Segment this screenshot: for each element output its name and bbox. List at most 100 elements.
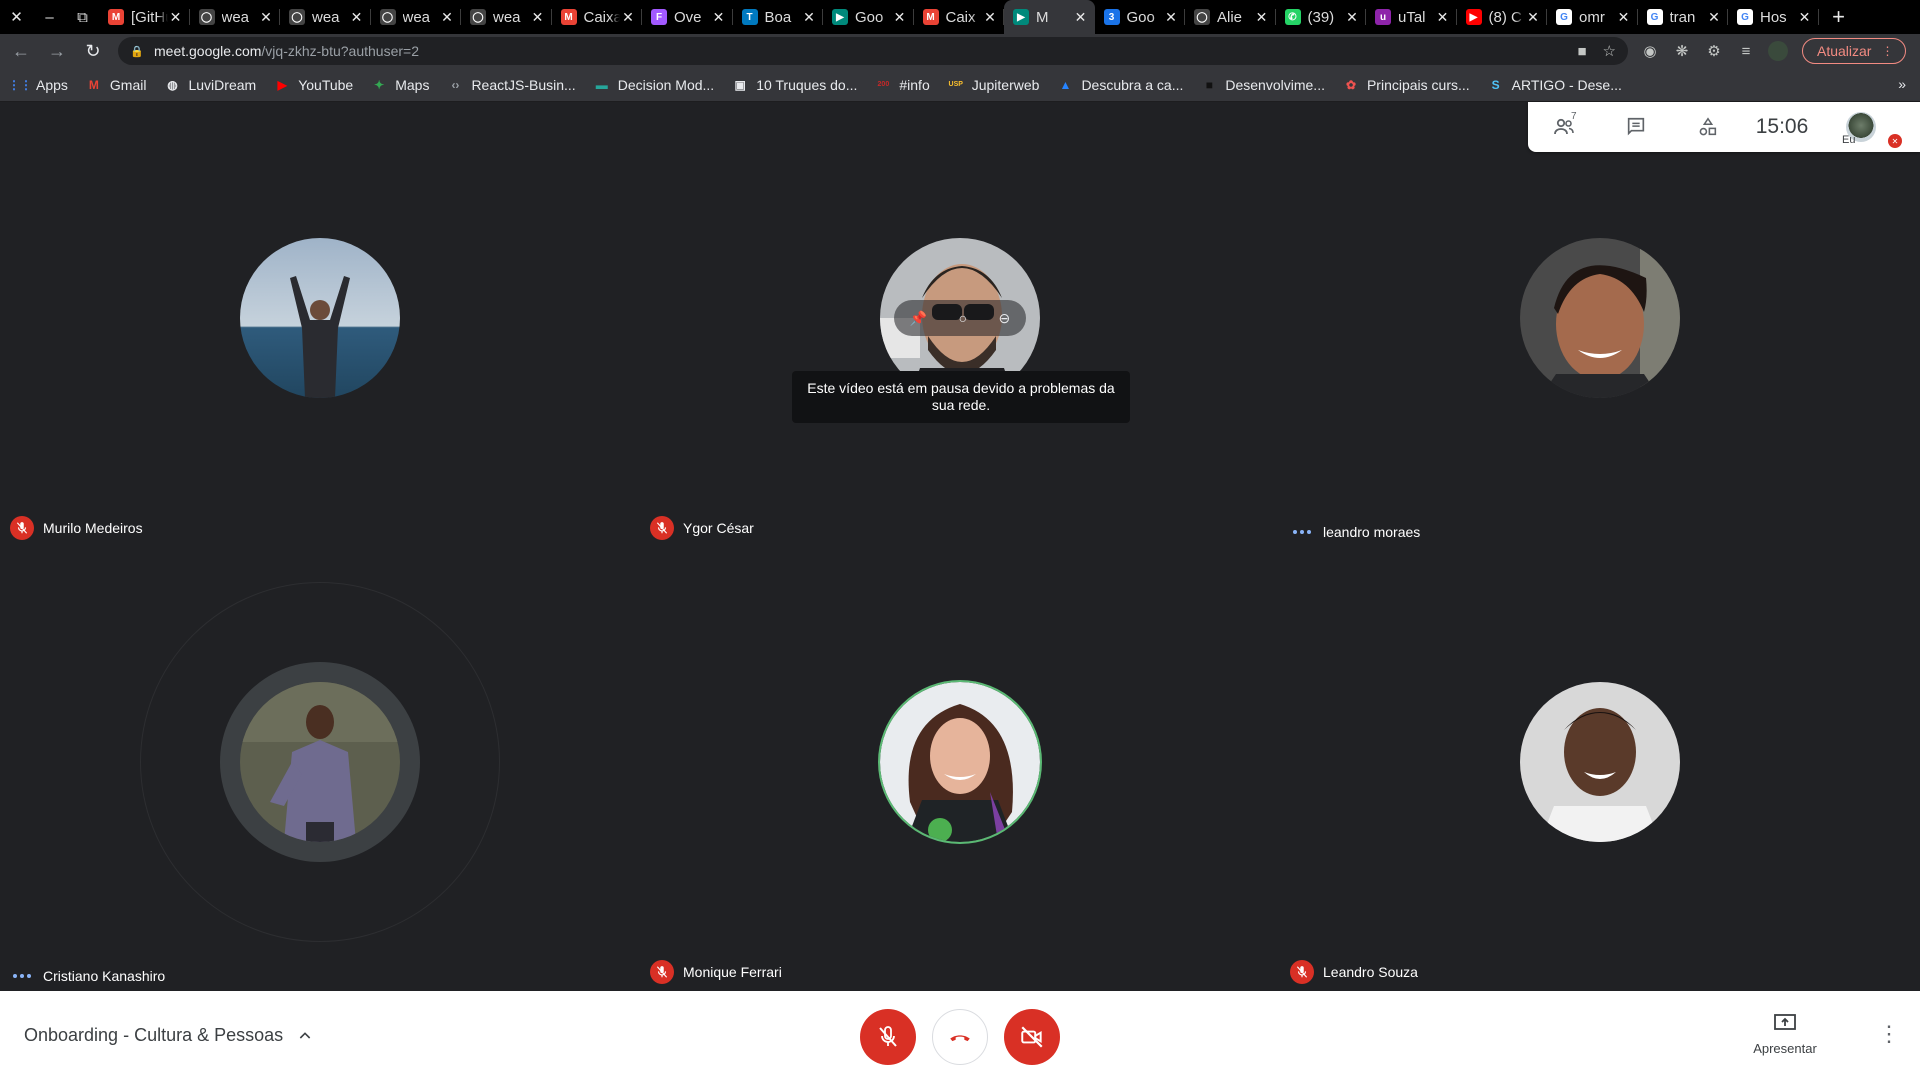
bookmark-item[interactable]: ▲ Descubra a ca... xyxy=(1057,77,1183,93)
meet-icon: ▶ xyxy=(832,9,848,25)
browser-tab[interactable]: u uTal ✕ xyxy=(1366,0,1457,34)
pin-icon[interactable]: 📌 xyxy=(910,310,927,327)
browser-tab[interactable]: M Caix ✕ xyxy=(914,0,1005,34)
close-tab-icon[interactable]: ✕ xyxy=(620,9,636,26)
bookmark-item[interactable]: ▬ Decision Mod... xyxy=(594,77,714,93)
browser-tab[interactable]: ◯ wea ✕ xyxy=(371,0,462,34)
browser-tab[interactable]: M [GitHub]✕ xyxy=(99,0,190,34)
camera-in-use-icon[interactable]: ■ xyxy=(1577,43,1586,60)
bookmark-item[interactable]: 200 #info xyxy=(875,77,930,93)
url-path: /vjq-zkhz-btu?authuser=2 xyxy=(261,43,419,59)
close-tab-icon[interactable]: ✕ xyxy=(258,9,274,26)
close-tab-icon[interactable]: ✕ xyxy=(801,9,817,26)
site-icon: ✿ xyxy=(1345,77,1356,92)
browser-tab[interactable]: ◯ wea ✕ xyxy=(190,0,281,34)
browser-tab[interactable]: G Hos ✕ xyxy=(1728,0,1819,34)
close-tab-icon[interactable]: ✕ xyxy=(530,9,546,26)
window-minimize-icon[interactable]: – xyxy=(33,0,66,34)
more-options-icon[interactable]: ⋮ xyxy=(1878,1021,1900,1047)
bookmarks-overflow-icon[interactable]: » xyxy=(1898,76,1906,92)
extension-icon[interactable]: ◉ xyxy=(1640,41,1660,61)
bookmark-item[interactable]: ✿ Principais curs... xyxy=(1343,77,1470,93)
close-tab-icon[interactable]: ✕ xyxy=(439,9,455,26)
close-tab-icon[interactable]: ✕ xyxy=(349,9,365,26)
close-tab-icon[interactable]: ✕ xyxy=(1254,9,1270,26)
meeting-details-toggle[interactable]: Onboarding - Cultura & Pessoas xyxy=(24,991,313,1080)
browser-tab[interactable]: T Boa ✕ xyxy=(733,0,824,34)
participant-tile[interactable]: Murilo Medeiros xyxy=(0,102,640,546)
participant-avatar xyxy=(240,682,400,842)
speaking-indicator-icon xyxy=(10,974,34,978)
participant-tile[interactable]: Cristiano Kanashiro xyxy=(0,546,640,990)
close-tab-icon[interactable]: ✕ xyxy=(1616,9,1632,26)
lock-icon: 🔒 xyxy=(130,45,144,58)
close-tab-icon[interactable]: ✕ xyxy=(892,9,908,26)
participant-tile[interactable]: Leandro Souza xyxy=(1280,546,1920,990)
toggle-camera-button[interactable] xyxy=(1004,1009,1060,1065)
present-now-button[interactable]: Apresentar xyxy=(1740,1013,1830,1056)
toggle-microphone-button[interactable] xyxy=(860,1009,916,1065)
self-view-tile[interactable]: Eu ✕ xyxy=(1820,102,1904,152)
bookmark-item[interactable]: S ARTIGO - Dese... xyxy=(1488,77,1622,93)
close-tab-icon[interactable]: ✕ xyxy=(1706,9,1722,26)
participant-tile[interactable]: leandro moraes xyxy=(1280,102,1920,546)
browser-tab[interactable]: 3 Goo ✕ xyxy=(1095,0,1186,34)
browser-tab[interactable]: ▶ Goo ✕ xyxy=(823,0,914,34)
participant-tile[interactable]: Monique Ferrari xyxy=(640,546,1280,990)
close-tab-icon[interactable]: ✕ xyxy=(1163,9,1179,26)
reload-icon[interactable]: ↻ xyxy=(78,36,108,66)
media-queue-icon[interactable]: ≡ xyxy=(1736,41,1756,61)
profile-avatar-icon[interactable] xyxy=(1768,41,1788,61)
back-icon[interactable]: ← xyxy=(6,36,36,66)
browser-tab[interactable]: M Caixa ✕ xyxy=(552,0,643,34)
update-button[interactable]: Atualizar ⋮ xyxy=(1802,38,1907,64)
browser-tab[interactable]: ◯ wea ✕ xyxy=(461,0,552,34)
remove-participant-icon[interactable]: ⊖ xyxy=(999,310,1011,327)
bookmark-item[interactable]: ✦ Maps xyxy=(371,77,429,93)
bookmark-item[interactable]: ⋮⋮ Apps xyxy=(8,77,68,93)
chat-button[interactable] xyxy=(1600,116,1672,138)
figma-icon: F xyxy=(651,9,667,25)
puzzle-extensions-icon[interactable]: ⚙ xyxy=(1704,41,1724,61)
browser-tab[interactable]: ◯ Alie ✕ xyxy=(1185,0,1276,34)
browser-tab[interactable]: Gomr ✕ xyxy=(1547,0,1638,34)
bookmark-item[interactable]: ▶ YouTube xyxy=(274,77,354,93)
window-close-icon[interactable]: ✕ xyxy=(0,0,33,34)
close-tab-icon[interactable]: ✕ xyxy=(1525,9,1541,26)
close-tab-icon[interactable]: ✕ xyxy=(711,9,727,26)
activities-button[interactable] xyxy=(1672,116,1744,138)
google-icon: G xyxy=(1646,9,1663,25)
new-tab-button[interactable]: + xyxy=(1819,4,1859,30)
close-tab-icon[interactable]: ✕ xyxy=(982,9,998,26)
globe-icon: ◍ xyxy=(167,77,178,92)
leave-call-button[interactable] xyxy=(932,1009,988,1065)
browser-tab[interactable]: ▶ (8) C ✕ xyxy=(1457,0,1548,34)
tab-title: Goo xyxy=(1126,8,1155,26)
close-tab-icon[interactable]: ✕ xyxy=(168,9,184,26)
browser-tab[interactable]: ✆ (39) ✕ xyxy=(1276,0,1367,34)
window-maximize-icon[interactable]: ⧉ xyxy=(66,0,99,34)
participant-tile[interactable]: 📌 ○ ⊖ Ygor César xyxy=(640,102,1280,546)
bookmark-item[interactable]: ◍ LuviDream xyxy=(164,77,256,93)
close-tab-icon[interactable]: ✕ xyxy=(1344,9,1360,26)
close-tab-icon[interactable]: ✕ xyxy=(1435,9,1451,26)
bookmark-item[interactable]: ‹› ReactJS-Busin... xyxy=(447,77,575,93)
forward-icon[interactable]: → xyxy=(42,36,72,66)
bookmark-star-icon[interactable]: ☆ xyxy=(1603,42,1616,60)
react-devtools-icon[interactable]: ❋ xyxy=(1672,41,1692,61)
close-tab-icon[interactable]: ✕ xyxy=(1797,9,1813,26)
bookmark-item[interactable]: USP Jupiterweb xyxy=(948,77,1040,93)
browser-tab[interactable]: F Ove ✕ xyxy=(642,0,733,34)
meet-control-bar: Onboarding - Cultura & Pessoas Apresenta… xyxy=(0,991,1920,1080)
participants-button[interactable]: 7 xyxy=(1528,111,1600,139)
bookmark-item[interactable]: M Gmail xyxy=(86,77,147,93)
browser-tab[interactable]: Gtran ✕ xyxy=(1638,0,1729,34)
bookmark-item[interactable]: ▣ 10 Truques do... xyxy=(732,77,858,93)
browser-tab[interactable]: ▶ M ✕ xyxy=(1004,0,1095,34)
participant-name-row: Murilo Medeiros xyxy=(10,516,143,540)
address-bar[interactable]: 🔒 meet.google.com/vjq-zkhz-btu?authuser=… xyxy=(118,37,1628,65)
bookmark-item[interactable]: ■ Desenvolvime... xyxy=(1201,77,1325,93)
browser-tab[interactable]: ◯ wea ✕ xyxy=(280,0,371,34)
close-tab-icon[interactable]: ✕ xyxy=(1073,9,1089,26)
mute-participant-icon[interactable]: ○ xyxy=(959,310,967,326)
